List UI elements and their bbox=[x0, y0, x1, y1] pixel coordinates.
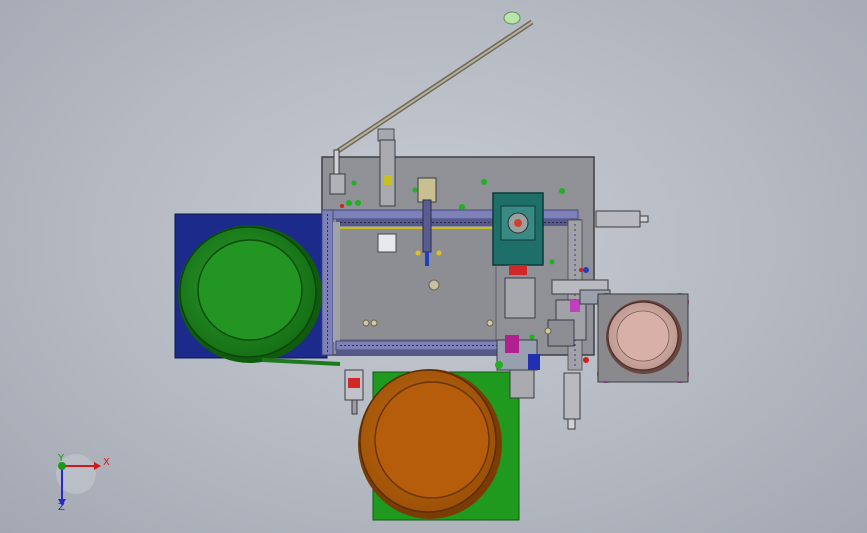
cad-viewport[interactable]: X Y Z bbox=[0, 0, 867, 533]
linear-rail-left bbox=[321, 209, 340, 356]
triad-x-label: X bbox=[103, 457, 110, 468]
rotary-index-module[interactable] bbox=[492, 192, 544, 275]
inner-plate bbox=[335, 221, 497, 341]
output-tray-right[interactable] bbox=[597, 293, 689, 383]
triad-y-label: Y bbox=[58, 453, 65, 464]
assembly-drawing[interactable] bbox=[0, 0, 867, 533]
discharge-rod bbox=[336, 11, 534, 154]
feeder-bowl-bottom[interactable] bbox=[358, 369, 502, 519]
triad-z-label: Z bbox=[58, 502, 65, 513]
